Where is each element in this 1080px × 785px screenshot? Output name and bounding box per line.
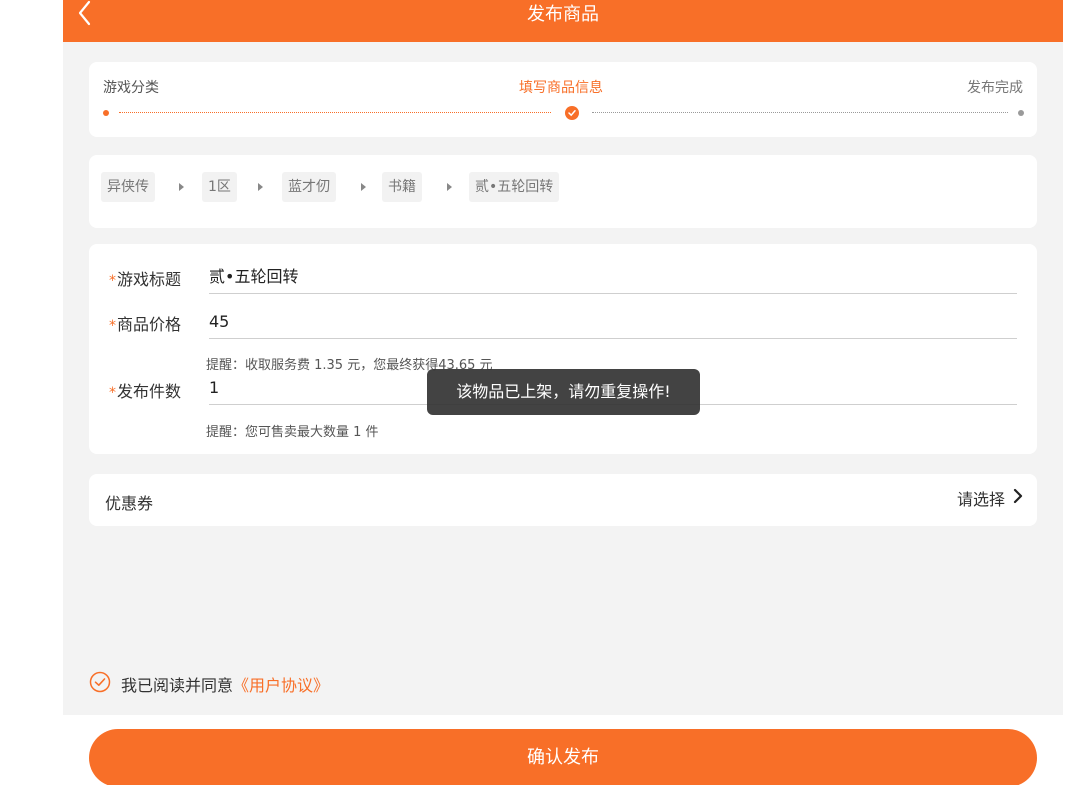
step-label-info: 填写商品信息 bbox=[519, 80, 603, 96]
title-input[interactable]: 贰•五轮回转 bbox=[209, 265, 1017, 294]
coupon-select-text: 请选择 bbox=[956, 490, 1005, 509]
chevron-right-icon bbox=[1013, 488, 1023, 508]
item-info-form: *游戏标题 贰•五轮回转 *商品价格 45 提醒：收取服务费 1.35 元，您最… bbox=[89, 244, 1037, 454]
page-title: 发布商品 bbox=[527, 4, 599, 25]
step-label-category: 游戏分类 bbox=[103, 80, 159, 96]
caret-right-icon bbox=[361, 183, 366, 191]
required-mark: * bbox=[109, 318, 116, 334]
title-label: *游戏标题 bbox=[109, 270, 182, 289]
coupon-select[interactable]: 请选择 bbox=[957, 486, 1023, 510]
step-dot-end bbox=[1018, 110, 1024, 116]
coupon-row[interactable]: 优惠券 请选择 bbox=[89, 474, 1037, 526]
confirm-publish-button[interactable]: 确认发布 bbox=[89, 729, 1037, 785]
step-line-pending bbox=[592, 112, 1008, 113]
agreement-checkbox[interactable] bbox=[89, 671, 111, 697]
caret-right-icon bbox=[258, 183, 263, 191]
coupon-label: 优惠券 bbox=[105, 494, 154, 513]
required-mark: * bbox=[109, 273, 116, 289]
breadcrumb: 异侠传 1区 蓝才仞 书籍 贰•五轮回转 bbox=[89, 155, 1037, 228]
caret-right-icon bbox=[179, 183, 184, 191]
step-line-completed bbox=[119, 112, 551, 113]
breadcrumb-item-character: 蓝才仞 bbox=[282, 172, 336, 202]
count-hint: 提醒：您可售卖最大数量 1 件 bbox=[206, 425, 379, 440]
breadcrumb-item-game: 异侠传 bbox=[101, 172, 155, 202]
toast-message: 该物品已上架，请勿重复操作! bbox=[427, 369, 700, 415]
agreement-text: 我已阅读并同意 bbox=[121, 676, 234, 695]
check-circle-icon bbox=[565, 106, 579, 120]
header-bar: 发布商品 bbox=[63, 0, 1063, 42]
agreement-row: 我已阅读并同意 《用户协议》 bbox=[89, 670, 329, 698]
step-progress: 游戏分类 填写商品信息 发布完成 bbox=[89, 62, 1037, 137]
step-label-done: 发布完成 bbox=[967, 80, 1023, 96]
count-label: *发布件数 bbox=[109, 382, 182, 401]
caret-right-icon bbox=[447, 183, 452, 191]
breadcrumb-item-item: 贰•五轮回转 bbox=[469, 172, 560, 202]
price-input[interactable]: 45 bbox=[209, 310, 1017, 339]
price-label: *商品价格 bbox=[109, 315, 182, 334]
bottom-bar: 确认发布 bbox=[63, 715, 1063, 785]
breadcrumb-item-server: 1区 bbox=[202, 172, 237, 202]
breadcrumb-item-type: 书籍 bbox=[382, 172, 422, 202]
required-mark: * bbox=[109, 385, 116, 401]
user-agreement-link[interactable]: 《用户协议》 bbox=[233, 672, 329, 696]
check-circle-outline-icon bbox=[89, 671, 111, 693]
step-dot-start bbox=[103, 110, 109, 116]
